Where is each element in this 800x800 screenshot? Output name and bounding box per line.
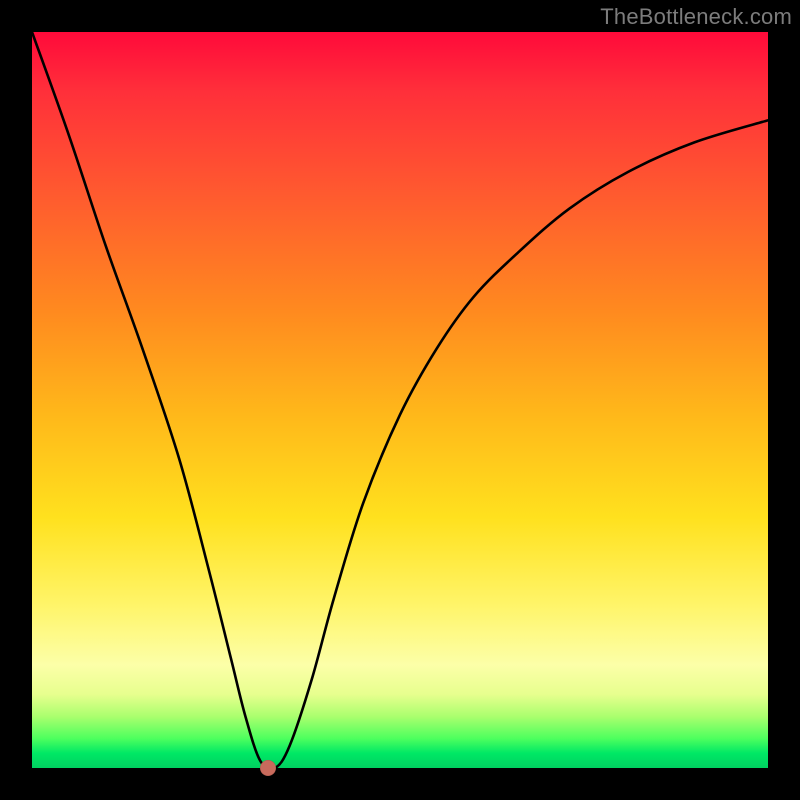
- optimum-marker: [260, 760, 276, 776]
- bottleneck-curve: [32, 32, 768, 768]
- watermark-text: TheBottleneck.com: [600, 4, 792, 30]
- chart-frame: TheBottleneck.com: [0, 0, 800, 800]
- plot-area: [32, 32, 768, 768]
